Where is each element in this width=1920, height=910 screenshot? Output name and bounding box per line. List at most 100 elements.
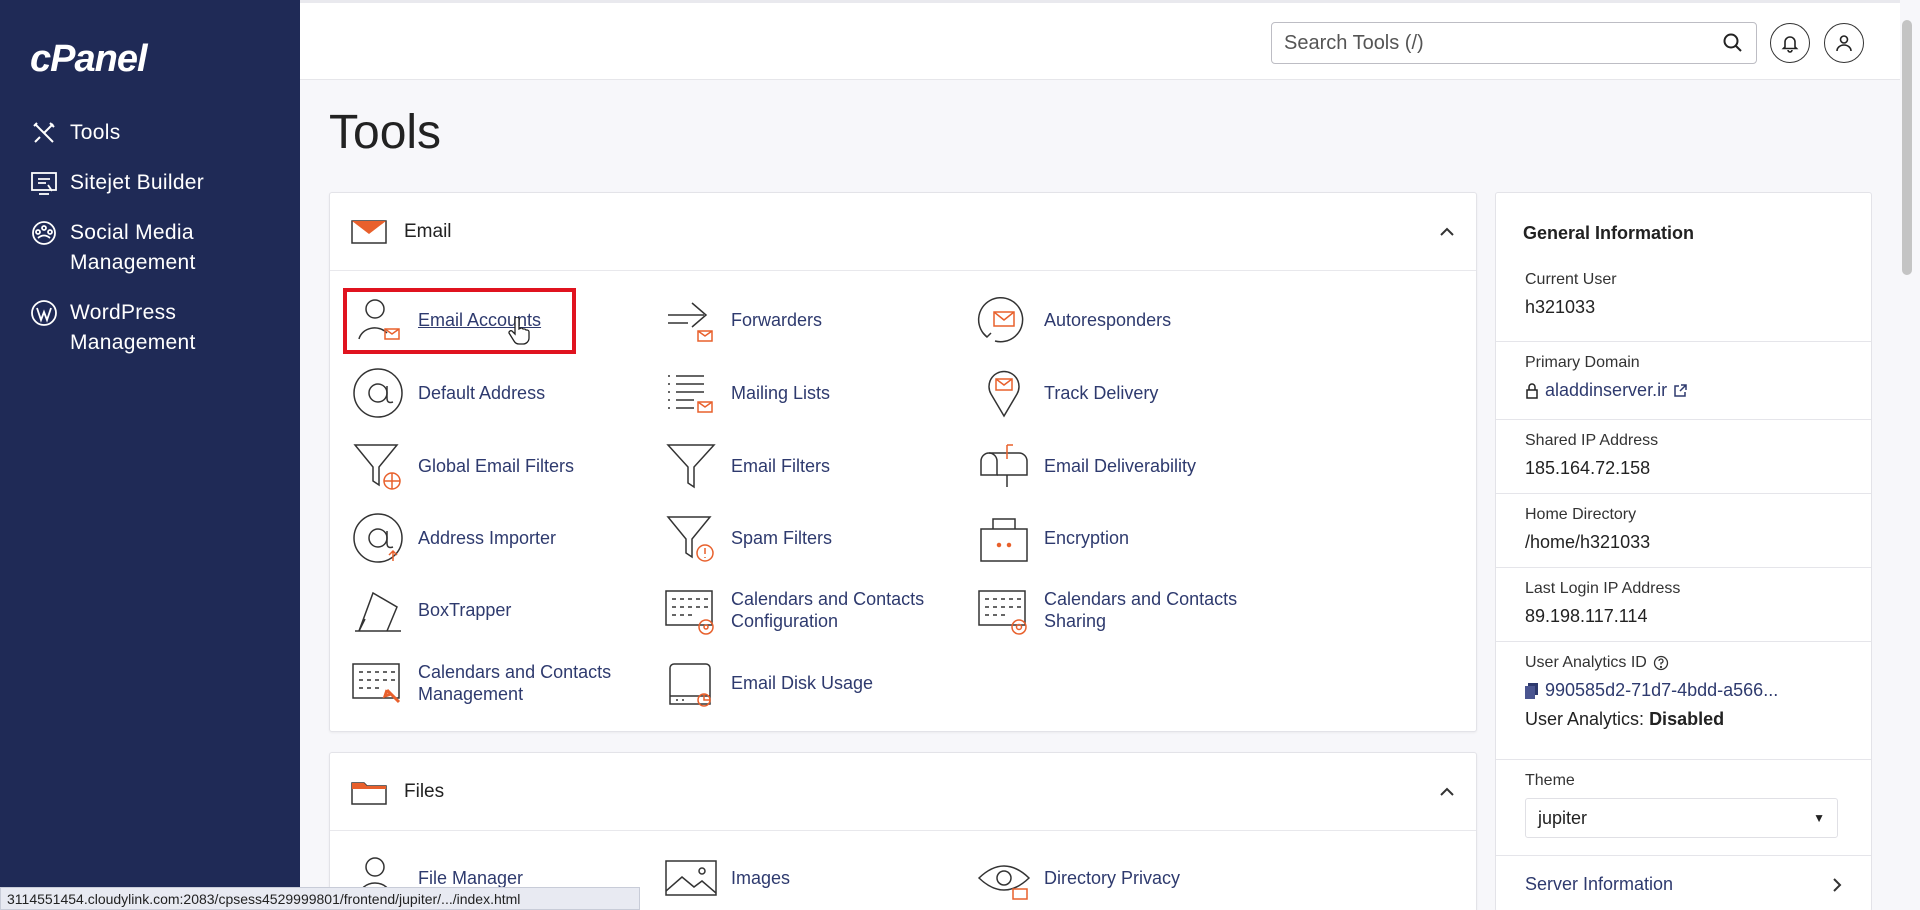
primary-domain-link[interactable]: aladdinserver.ir [1525, 380, 1871, 401]
tool-label: Spam Filters [731, 528, 833, 548]
scrollbar-thumb[interactable] [1902, 20, 1912, 275]
general-info-panel: General Information Current User h321033… [1495, 192, 1872, 910]
copy-icon [1525, 682, 1538, 699]
tool-label: Autoresponders [1044, 310, 1172, 330]
sidebar-item-label: Sitejet Builder [70, 171, 205, 194]
sidebar-item-social-media[interactable]: Social Media Management [28, 218, 288, 278]
tools-icon [28, 118, 60, 148]
tool-calendars-management[interactable]: Calendars and Contacts Management [350, 655, 628, 711]
analytics-id-text: 990585d2-71d7-4bdd-a566... [1545, 680, 1779, 700]
last-login-row: Last Login IP Address 89.198.117.114 [1496, 567, 1871, 627]
disk-usage-icon [663, 655, 719, 711]
filter-icon [663, 438, 719, 494]
tool-label: Calendars and Contacts Configuration [731, 589, 925, 631]
spam-filter-icon [663, 510, 719, 566]
info-label: Primary Domain [1525, 354, 1640, 371]
images-icon [663, 850, 719, 906]
tool-spam-filters[interactable]: Spam Filters [663, 510, 832, 566]
tool-boxtrapper[interactable]: BoxTrapper [350, 582, 511, 638]
theme-row: Theme jupiter ▼ [1496, 759, 1871, 838]
email-panel-title: Email [404, 220, 452, 242]
sidebar-item-label: Social Media Management [70, 221, 196, 274]
tool-label: Images [731, 868, 791, 888]
analytics-label-row: User Analytics ID [1525, 654, 1871, 672]
tool-default-address[interactable]: Default Address [350, 365, 545, 421]
cpanel-logo[interactable]: cPanel [30, 38, 148, 81]
tool-label: Encryption [1044, 528, 1130, 548]
help-icon[interactable] [1653, 655, 1669, 671]
analytics-status-row: User Analytics: Disabled [1525, 709, 1871, 730]
info-value: 185.164.72.158 [1525, 458, 1651, 478]
tool-calendars-sharing[interactable]: Calendars and Contacts Sharing [976, 582, 1254, 638]
tool-global-email-filters[interactable]: Global Email Filters [350, 438, 574, 494]
global-filter-icon [350, 438, 406, 494]
tool-email-disk-usage[interactable]: Email Disk Usage [663, 655, 873, 711]
tool-autoresponders[interactable]: Autoresponders [976, 292, 1171, 348]
sidebar-item-wordpress[interactable]: WordPress Management [28, 298, 288, 358]
mailing-lists-icon [663, 365, 719, 421]
files-panel-title: Files [404, 780, 445, 802]
info-label: Last Login IP Address [1525, 580, 1681, 597]
notifications-button[interactable] [1770, 23, 1810, 63]
default-address-icon [350, 365, 406, 421]
autoresponders-icon [976, 292, 1032, 348]
lock-icon [1526, 382, 1538, 399]
email-panel-header[interactable]: Email [330, 193, 1476, 271]
files-panel-header[interactable]: Files [330, 753, 1476, 831]
tool-images[interactable]: Images [663, 850, 790, 906]
info-label: Current User [1525, 271, 1617, 288]
folder-icon [351, 781, 387, 805]
tool-mailing-lists[interactable]: Mailing Lists [663, 365, 830, 421]
sidebar: cPanel Tools Sitejet Builder Social Medi… [0, 0, 300, 910]
analytics-id-copy[interactable]: 990585d2-71d7-4bdd-a566... [1525, 680, 1871, 701]
search-box[interactable] [1271, 22, 1757, 64]
tool-label: Default Address [418, 383, 546, 403]
tool-label: Global Email Filters [418, 456, 575, 476]
tool-encryption[interactable]: Encryption [976, 510, 1129, 566]
tool-calendars-config[interactable]: Calendars and Contacts Configuration [663, 582, 941, 638]
theme-select[interactable]: jupiter ▼ [1525, 798, 1838, 838]
tool-address-importer[interactable]: Address Importer [350, 510, 556, 566]
info-label: Shared IP Address [1525, 432, 1659, 449]
tool-track-delivery[interactable]: Track Delivery [976, 365, 1158, 421]
search-input[interactable] [1284, 31, 1722, 55]
tool-label: File Manager [418, 868, 524, 888]
tool-email-filters[interactable]: Email Filters [663, 438, 830, 494]
server-information-row[interactable]: Server Information [1496, 855, 1871, 910]
mailbox-icon [976, 438, 1032, 494]
user-menu-button[interactable] [1824, 23, 1864, 63]
tool-forwarders[interactable]: Forwarders [663, 292, 822, 348]
tool-label: Email Filters [731, 456, 831, 476]
theme-value: jupiter [1538, 807, 1588, 828]
primary-domain-row: Primary Domain aladdinserver.ir [1496, 341, 1871, 401]
external-link-icon [1674, 384, 1687, 397]
sidebar-item-tools[interactable]: Tools [28, 118, 288, 148]
info-label: User Analytics ID [1525, 654, 1647, 671]
envelope-icon [351, 219, 387, 244]
chevron-up-icon[interactable] [1438, 783, 1456, 801]
bell-icon [1781, 36, 1799, 53]
tool-label: Track Delivery [1044, 383, 1159, 403]
boxtrapper-icon [350, 582, 406, 638]
sidebar-item-sitejet[interactable]: Sitejet Builder [28, 168, 288, 198]
calendar-sharing-icon [976, 582, 1032, 638]
home-directory-row: Home Directory /home/h321033 [1496, 493, 1871, 553]
info-value: h321033 [1525, 297, 1596, 317]
server-info-label: Server Information [1525, 874, 1674, 894]
analytics-status-label: User Analytics: [1525, 709, 1645, 729]
chevron-up-icon[interactable] [1438, 223, 1456, 241]
analytics-status-value: Disabled [1649, 709, 1725, 729]
email-accounts-icon [350, 292, 406, 348]
tool-label: Calendars and Contacts Management [418, 662, 612, 704]
dropdown-arrow-icon: ▼ [1813, 811, 1825, 825]
tool-directory-privacy[interactable]: Directory Privacy [976, 850, 1180, 906]
sidebar-item-label: WordPress Management [70, 301, 196, 354]
search-icon[interactable] [1722, 32, 1744, 54]
tool-email-deliverability[interactable]: Email Deliverability [976, 438, 1196, 494]
sidebar-nav: Tools Sitejet Builder Social Media Manag… [28, 118, 288, 378]
info-value: 89.198.117.114 [1525, 606, 1648, 626]
info-value: /home/h321033 [1525, 532, 1651, 552]
user-analytics-row: User Analytics ID 990585d2-71d7-4bdd-a56… [1496, 641, 1871, 730]
sidebar-item-label: Tools [70, 121, 121, 144]
wordpress-icon [28, 298, 60, 328]
